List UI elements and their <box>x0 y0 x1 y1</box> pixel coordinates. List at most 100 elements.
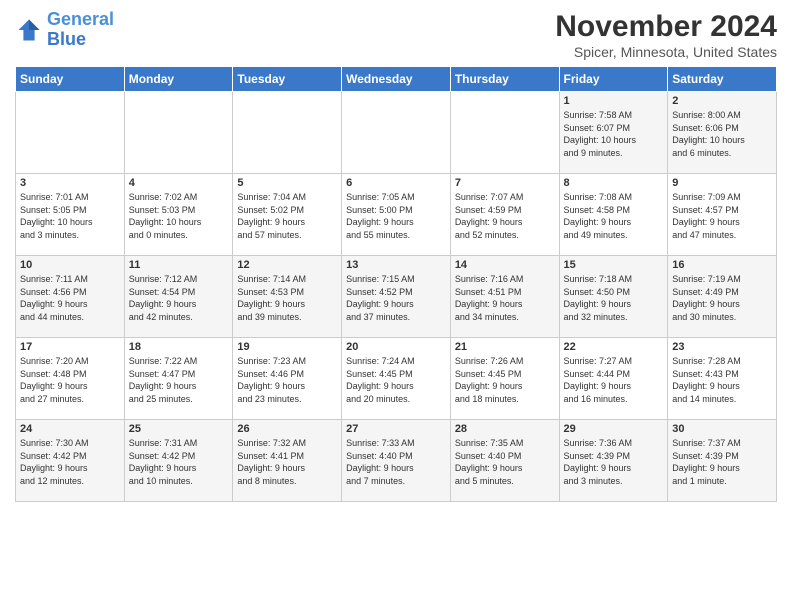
logo: General Blue <box>15 10 114 50</box>
day-info: Sunrise: 7:18 AM Sunset: 4:50 PM Dayligh… <box>564 273 664 323</box>
logo-icon <box>15 16 43 44</box>
day-number: 23 <box>672 341 772 353</box>
day-number: 11 <box>129 259 229 271</box>
day-info: Sunrise: 7:22 AM Sunset: 4:47 PM Dayligh… <box>129 355 229 405</box>
page-header: General Blue November 2024 Spicer, Minne… <box>15 10 777 60</box>
calendar-cell: 17 Sunrise: 7:20 AM Sunset: 4:48 PM Dayli… <box>16 338 125 420</box>
day-number: 28 <box>455 423 555 435</box>
day-info: Sunrise: 7:27 AM Sunset: 4:44 PM Dayligh… <box>564 355 664 405</box>
day-info: Sunrise: 7:31 AM Sunset: 4:42 PM Dayligh… <box>129 437 229 487</box>
day-number: 18 <box>129 341 229 353</box>
calendar-cell: 15 Sunrise: 7:18 AM Sunset: 4:50 PM Dayli… <box>559 256 668 338</box>
day-info: Sunrise: 7:23 AM Sunset: 4:46 PM Dayligh… <box>237 355 337 405</box>
day-number: 14 <box>455 259 555 271</box>
calendar-cell: 22 Sunrise: 7:27 AM Sunset: 4:44 PM Dayli… <box>559 338 668 420</box>
calendar-week-row: 10Sunrise: 7:11 AM Sunset: 4:56 PM Dayli… <box>16 256 777 338</box>
title-block: November 2024 Spicer, Minnesota, United … <box>555 10 777 60</box>
day-number: 29 <box>564 423 664 435</box>
location: Spicer, Minnesota, United States <box>555 44 777 60</box>
calendar-cell: 21Sunrise: 7:26 AM Sunset: 4:45 PM Dayli… <box>450 338 559 420</box>
day-info: Sunrise: 7:09 AM Sunset: 4:57 PM Dayligh… <box>672 191 772 241</box>
calendar-cell: 29 Sunrise: 7:36 AM Sunset: 4:39 PM Dayli… <box>559 420 668 502</box>
calendar-cell: 1 Sunrise: 7:58 AM Sunset: 6:07 PM Daylig… <box>559 92 668 174</box>
weekday-header-row: SundayMondayTuesdayWednesdayThursdayFrid… <box>16 67 777 92</box>
calendar-cell: 12 Sunrise: 7:14 AM Sunset: 4:53 PM Dayli… <box>233 256 342 338</box>
day-number: 25 <box>129 423 229 435</box>
weekday-header: Saturday <box>668 67 777 92</box>
day-number: 24 <box>20 423 120 435</box>
day-number: 27 <box>346 423 446 435</box>
day-number: 20 <box>346 341 446 353</box>
day-info: Sunrise: 7:37 AM Sunset: 4:39 PM Dayligh… <box>672 437 772 487</box>
calendar-cell: 2Sunrise: 8:00 AM Sunset: 6:06 PM Daylig… <box>668 92 777 174</box>
day-info: Sunrise: 7:12 AM Sunset: 4:54 PM Dayligh… <box>129 273 229 323</box>
day-number: 13 <box>346 259 446 271</box>
calendar-cell: 27 Sunrise: 7:33 AM Sunset: 4:40 PM Dayli… <box>342 420 451 502</box>
calendar-week-row: 17 Sunrise: 7:20 AM Sunset: 4:48 PM Dayli… <box>16 338 777 420</box>
calendar-cell: 23Sunrise: 7:28 AM Sunset: 4:43 PM Dayli… <box>668 338 777 420</box>
day-info: Sunrise: 7:35 AM Sunset: 4:40 PM Dayligh… <box>455 437 555 487</box>
month-title: November 2024 <box>555 10 777 44</box>
day-info: Sunrise: 7:05 AM Sunset: 5:00 PM Dayligh… <box>346 191 446 241</box>
weekday-header: Monday <box>124 67 233 92</box>
day-number: 7 <box>455 177 555 189</box>
calendar-cell <box>342 92 451 174</box>
calendar-week-row: 3 Sunrise: 7:01 AM Sunset: 5:05 PM Daylig… <box>16 174 777 256</box>
calendar-cell: 3 Sunrise: 7:01 AM Sunset: 5:05 PM Daylig… <box>16 174 125 256</box>
day-info: Sunrise: 7:20 AM Sunset: 4:48 PM Dayligh… <box>20 355 120 405</box>
calendar-cell: 9 Sunrise: 7:09 AM Sunset: 4:57 PM Daylig… <box>668 174 777 256</box>
calendar-cell: 28 Sunrise: 7:35 AM Sunset: 4:40 PM Dayli… <box>450 420 559 502</box>
calendar-cell: 7 Sunrise: 7:07 AM Sunset: 4:59 PM Daylig… <box>450 174 559 256</box>
calendar-cell <box>450 92 559 174</box>
day-number: 21 <box>455 341 555 353</box>
calendar-cell: 4 Sunrise: 7:02 AM Sunset: 5:03 PM Daylig… <box>124 174 233 256</box>
day-number: 4 <box>129 177 229 189</box>
calendar-week-row: 1 Sunrise: 7:58 AM Sunset: 6:07 PM Daylig… <box>16 92 777 174</box>
page-container: General Blue November 2024 Spicer, Minne… <box>0 0 792 507</box>
day-info: Sunrise: 8:00 AM Sunset: 6:06 PM Dayligh… <box>672 109 772 159</box>
calendar-cell: 18 Sunrise: 7:22 AM Sunset: 4:47 PM Dayli… <box>124 338 233 420</box>
calendar-cell <box>124 92 233 174</box>
calendar-cell: 25 Sunrise: 7:31 AM Sunset: 4:42 PM Dayli… <box>124 420 233 502</box>
day-number: 15 <box>564 259 664 271</box>
calendar-cell: 6 Sunrise: 7:05 AM Sunset: 5:00 PM Daylig… <box>342 174 451 256</box>
calendar-cell: 11 Sunrise: 7:12 AM Sunset: 4:54 PM Dayli… <box>124 256 233 338</box>
day-info: Sunrise: 7:33 AM Sunset: 4:40 PM Dayligh… <box>346 437 446 487</box>
calendar-cell: 16 Sunrise: 7:19 AM Sunset: 4:49 PM Dayli… <box>668 256 777 338</box>
calendar-cell: 20 Sunrise: 7:24 AM Sunset: 4:45 PM Dayli… <box>342 338 451 420</box>
day-info: Sunrise: 7:24 AM Sunset: 4:45 PM Dayligh… <box>346 355 446 405</box>
day-number: 3 <box>20 177 120 189</box>
calendar-cell: 10Sunrise: 7:11 AM Sunset: 4:56 PM Dayli… <box>16 256 125 338</box>
day-info: Sunrise: 7:01 AM Sunset: 5:05 PM Dayligh… <box>20 191 120 241</box>
day-number: 30 <box>672 423 772 435</box>
weekday-header: Friday <box>559 67 668 92</box>
day-number: 1 <box>564 95 664 107</box>
day-info: Sunrise: 7:14 AM Sunset: 4:53 PM Dayligh… <box>237 273 337 323</box>
day-number: 6 <box>346 177 446 189</box>
day-number: 12 <box>237 259 337 271</box>
day-info: Sunrise: 7:02 AM Sunset: 5:03 PM Dayligh… <box>129 191 229 241</box>
day-number: 16 <box>672 259 772 271</box>
day-info: Sunrise: 7:58 AM Sunset: 6:07 PM Dayligh… <box>564 109 664 159</box>
day-info: Sunrise: 7:30 AM Sunset: 4:42 PM Dayligh… <box>20 437 120 487</box>
day-number: 5 <box>237 177 337 189</box>
weekday-header: Tuesday <box>233 67 342 92</box>
day-info: Sunrise: 7:15 AM Sunset: 4:52 PM Dayligh… <box>346 273 446 323</box>
day-number: 17 <box>20 341 120 353</box>
day-info: Sunrise: 7:07 AM Sunset: 4:59 PM Dayligh… <box>455 191 555 241</box>
day-info: Sunrise: 7:19 AM Sunset: 4:49 PM Dayligh… <box>672 273 772 323</box>
calendar-cell: 14 Sunrise: 7:16 AM Sunset: 4:51 PM Dayli… <box>450 256 559 338</box>
day-number: 10 <box>20 259 120 271</box>
calendar-cell: 5 Sunrise: 7:04 AM Sunset: 5:02 PM Daylig… <box>233 174 342 256</box>
day-info: Sunrise: 7:04 AM Sunset: 5:02 PM Dayligh… <box>237 191 337 241</box>
day-info: Sunrise: 7:08 AM Sunset: 4:58 PM Dayligh… <box>564 191 664 241</box>
day-number: 9 <box>672 177 772 189</box>
calendar-cell: 26Sunrise: 7:32 AM Sunset: 4:41 PM Dayli… <box>233 420 342 502</box>
day-number: 19 <box>237 341 337 353</box>
day-info: Sunrise: 7:36 AM Sunset: 4:39 PM Dayligh… <box>564 437 664 487</box>
day-info: Sunrise: 7:16 AM Sunset: 4:51 PM Dayligh… <box>455 273 555 323</box>
day-number: 22 <box>564 341 664 353</box>
logo-text: General Blue <box>47 10 114 50</box>
calendar-table: SundayMondayTuesdayWednesdayThursdayFrid… <box>15 66 777 502</box>
calendar-cell: 24 Sunrise: 7:30 AM Sunset: 4:42 PM Dayli… <box>16 420 125 502</box>
